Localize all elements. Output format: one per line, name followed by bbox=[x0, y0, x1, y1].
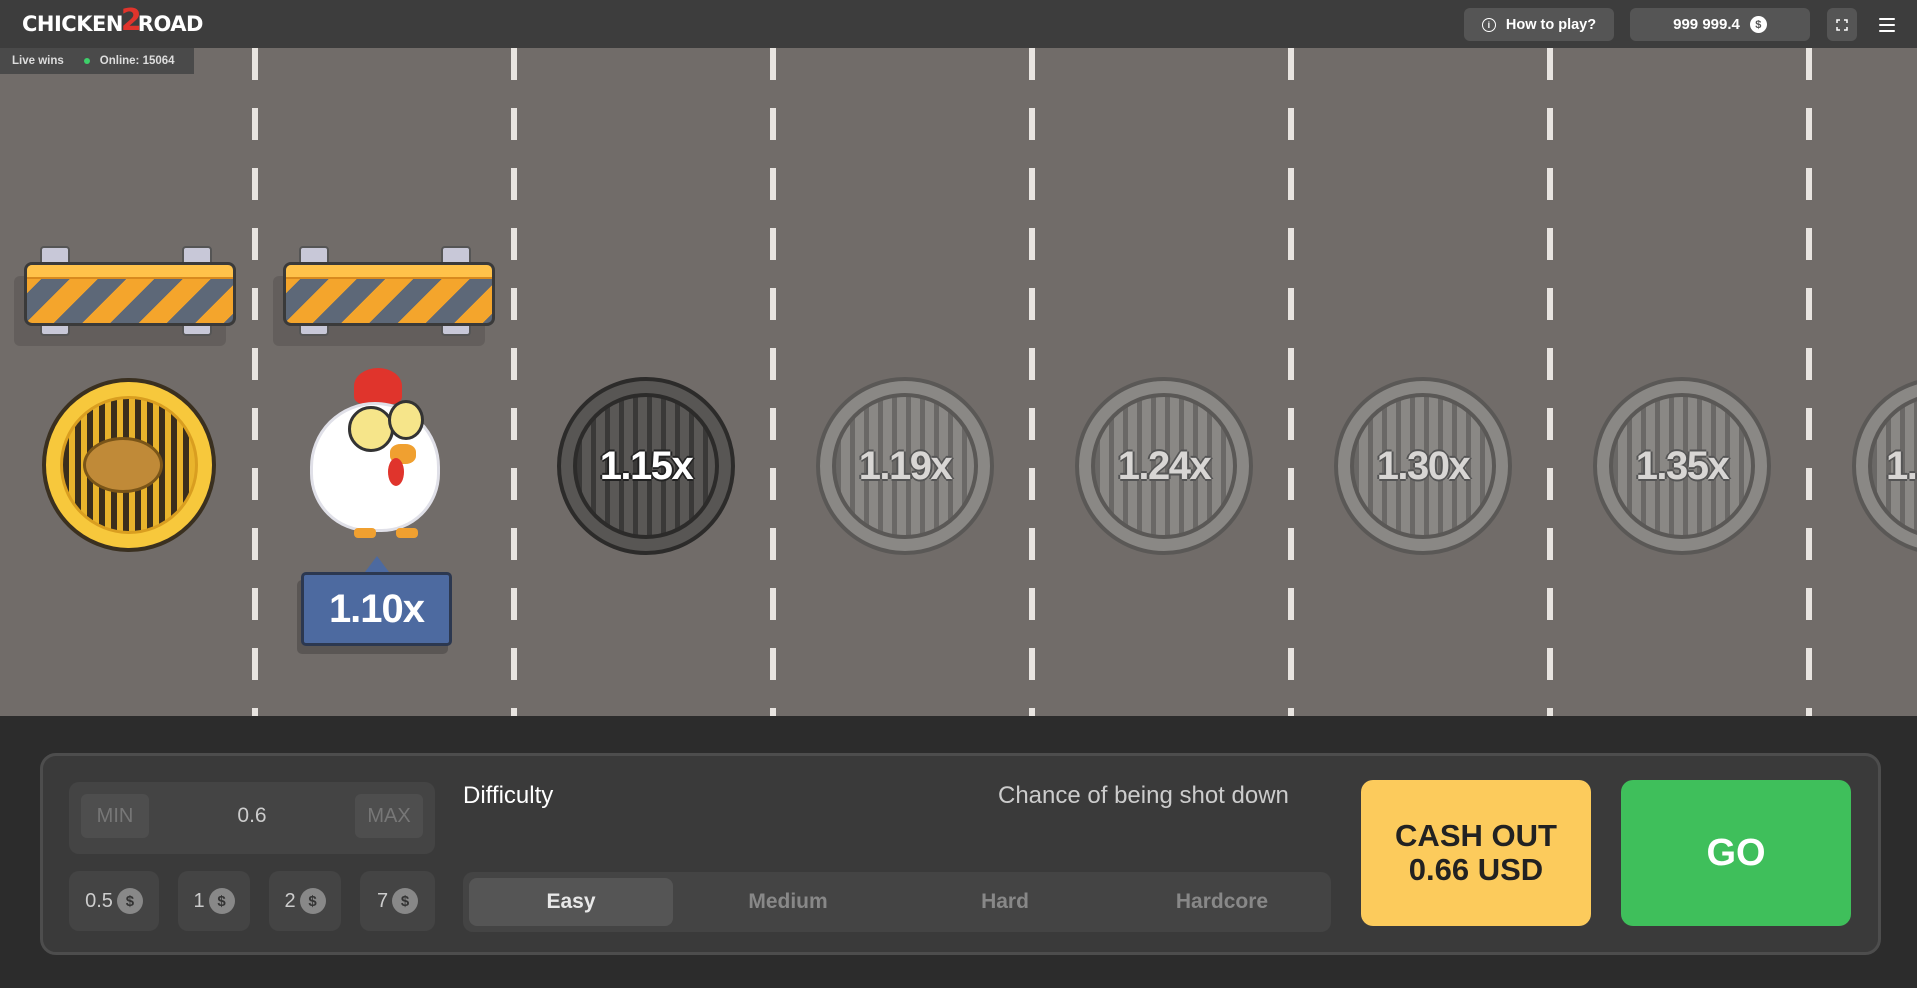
info-icon: i bbox=[1481, 17, 1496, 32]
chip-value: 7 bbox=[376, 889, 389, 912]
go-button[interactable]: GO bbox=[1621, 780, 1851, 926]
chip-value: 1 bbox=[193, 889, 205, 912]
online-count: Online: 15064 bbox=[99, 55, 175, 67]
logo-text-chicken: CHICKEN bbox=[22, 12, 123, 36]
bet-chip-button[interactable]: 7 $ bbox=[360, 871, 435, 931]
lane-divider bbox=[770, 48, 776, 716]
balance-value: 999 999.4 bbox=[1673, 16, 1740, 33]
manhole-step[interactable]: 1. bbox=[1852, 377, 1917, 555]
road-barrier bbox=[273, 246, 495, 352]
live-stats-bar: Live wins Online: 15064 bbox=[0, 48, 194, 74]
logo-text-road: ROAD bbox=[137, 12, 204, 36]
step-multiplier: 1.35x bbox=[1635, 443, 1730, 488]
dollar-coin-icon: $ bbox=[116, 888, 143, 914]
control-panel: MIN 0.6 MAX 0.5 $ 1 $ 2 $ 7 $ Difficulty… bbox=[40, 753, 1881, 955]
manhole-step[interactable]: 1.30x bbox=[1334, 377, 1512, 555]
chicken-character bbox=[288, 362, 458, 542]
manhole-step[interactable]: 1.35x bbox=[1593, 377, 1771, 555]
dollar-coin-icon: $ bbox=[208, 888, 235, 914]
difficulty-option-easy[interactable]: Easy bbox=[469, 878, 673, 926]
current-multiplier-tag: 1.10x bbox=[301, 572, 452, 646]
lane-divider bbox=[252, 48, 258, 716]
difficulty-option-hard[interactable]: Hard bbox=[903, 878, 1107, 926]
online-status-dot bbox=[83, 58, 90, 64]
cash-out-button[interactable]: CASH OUT 0.66 USD bbox=[1361, 780, 1591, 926]
bet-amount-input[interactable]: MIN 0.6 MAX bbox=[69, 782, 435, 854]
bet-max-button[interactable]: MAX bbox=[355, 794, 423, 838]
how-to-play-button[interactable]: i How to play? bbox=[1464, 8, 1614, 41]
live-wins-label[interactable]: Live wins bbox=[12, 55, 64, 67]
difficulty-option-medium[interactable]: Medium bbox=[686, 878, 890, 926]
step-multiplier: 1.19x bbox=[858, 443, 953, 488]
difficulty-option-hardcore[interactable]: Hardcore bbox=[1120, 878, 1324, 926]
dollar-coin-icon: $ bbox=[299, 888, 326, 914]
lane-divider bbox=[1806, 48, 1812, 716]
manhole-step[interactable]: 1.15x bbox=[557, 377, 735, 555]
difficulty-selector: Easy Medium Hard Hardcore bbox=[463, 872, 1331, 932]
bet-min-button[interactable]: MIN bbox=[81, 794, 149, 838]
hamburger-icon-line bbox=[1879, 17, 1895, 20]
fullscreen-icon bbox=[1836, 18, 1848, 31]
game-road: 1.15x 1.19x 1.24x 1.30x 1.35x 1. bbox=[0, 48, 1917, 716]
difficulty-label: Difficulty bbox=[463, 782, 554, 809]
manhole-step[interactable]: 1.19x bbox=[816, 377, 994, 555]
hamburger-icon-line bbox=[1879, 29, 1895, 32]
start-coin-icon bbox=[42, 378, 216, 552]
cash-out-label: CASH OUT bbox=[1395, 817, 1557, 853]
step-multiplier: 1.24x bbox=[1117, 443, 1212, 488]
step-multiplier: 1.30x bbox=[1376, 443, 1471, 488]
chip-value: 2 bbox=[284, 889, 296, 912]
hamburger-icon-line bbox=[1879, 23, 1895, 26]
step-multiplier: 1.15x bbox=[599, 443, 694, 488]
lane-divider bbox=[1288, 48, 1294, 716]
manhole-step[interactable]: 1.24x bbox=[1075, 377, 1253, 555]
balance-display: 999 999.4 $ bbox=[1630, 8, 1810, 41]
lane-divider bbox=[1029, 48, 1035, 716]
bet-chip-button[interactable]: 1 $ bbox=[178, 871, 250, 931]
fullscreen-button[interactable] bbox=[1827, 8, 1857, 41]
chip-value: 0.5 bbox=[85, 889, 113, 912]
chance-label: Chance of being shot down bbox=[998, 782, 1289, 809]
bet-chip-button[interactable]: 0.5 $ bbox=[69, 871, 159, 931]
menu-button[interactable] bbox=[1872, 8, 1902, 41]
bet-value[interactable]: 0.6 bbox=[169, 794, 335, 838]
cash-out-amount: 0.66 USD bbox=[1408, 852, 1544, 887]
lane-divider bbox=[1547, 48, 1553, 716]
how-to-play-label: How to play? bbox=[1505, 16, 1597, 33]
game-logo: CHICKEN 2 ROAD bbox=[22, 3, 204, 40]
bet-chip-button[interactable]: 2 $ bbox=[269, 871, 341, 931]
lane-divider bbox=[511, 48, 517, 716]
dollar-coin-icon: $ bbox=[392, 888, 419, 914]
dollar-coin-icon: $ bbox=[1749, 16, 1767, 33]
step-multiplier: 1. bbox=[1886, 443, 1917, 488]
road-barrier bbox=[14, 246, 236, 352]
roast-chicken-icon bbox=[83, 437, 163, 493]
top-bar: CHICKEN 2 ROAD i How to play? 999 999.4 … bbox=[0, 0, 1917, 48]
